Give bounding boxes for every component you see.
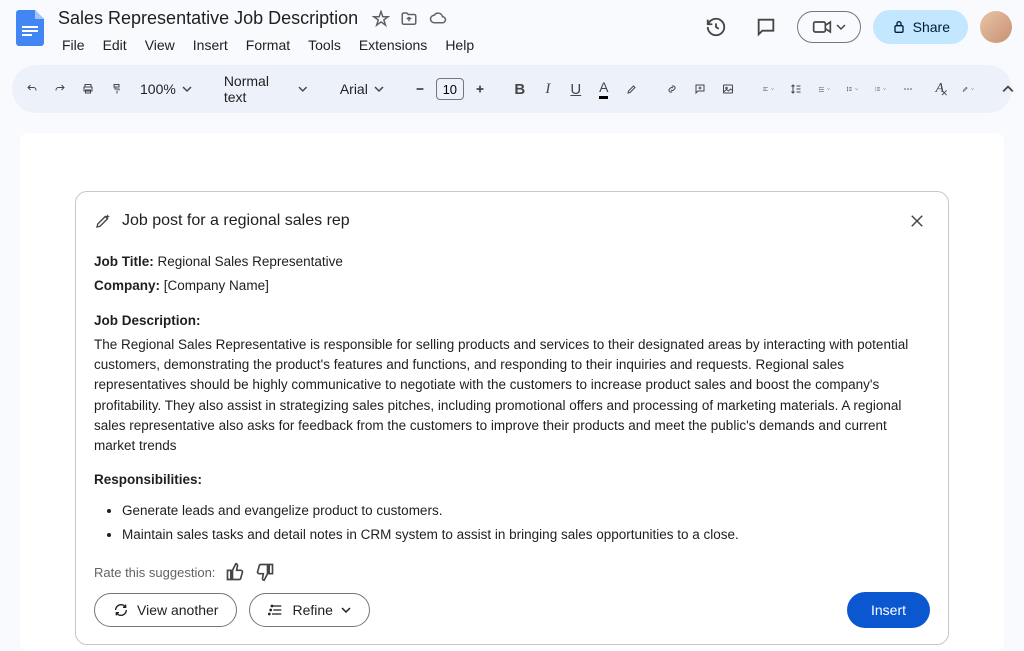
undo-button[interactable] <box>20 75 44 103</box>
page-container: Job post for a regional sales rep Job Ti… <box>0 121 1024 651</box>
list-item: Generate leads and evangelize product to… <box>122 501 924 521</box>
history-icon[interactable] <box>697 8 735 46</box>
thumbs-down-icon[interactable] <box>255 562 275 582</box>
menu-edit[interactable]: Edit <box>95 33 135 57</box>
menu-bar: File Edit View Insert Format Tools Exten… <box>54 33 697 57</box>
share-label: Share <box>913 19 950 35</box>
svg-text:3: 3 <box>875 90 876 92</box>
menu-file[interactable]: File <box>54 33 93 57</box>
font-size-increase[interactable] <box>468 75 492 103</box>
document-title[interactable]: Sales Representative Job Description <box>54 6 362 31</box>
star-icon[interactable] <box>372 10 390 28</box>
numbered-list-button[interactable]: 123 <box>868 75 892 103</box>
ai-footer: Rate this suggestion: View another Refin… <box>94 562 948 628</box>
menu-view[interactable]: View <box>137 33 183 57</box>
refine-label: Refine <box>292 602 332 618</box>
responsibilities-label: Responsibilities: <box>94 470 924 490</box>
title-area: Sales Representative Job Description Fil… <box>54 6 697 57</box>
highlight-button[interactable] <box>620 75 644 103</box>
close-icon[interactable] <box>904 208 930 234</box>
menu-format[interactable]: Format <box>238 33 298 57</box>
editing-mode-button[interactable] <box>956 75 980 103</box>
font-dropdown[interactable]: Arial <box>332 77 392 101</box>
more-button[interactable] <box>896 75 920 103</box>
italic-button[interactable]: I <box>536 75 560 103</box>
move-folder-icon[interactable] <box>400 10 418 28</box>
toolbar: 100% Normal text Arial B I U A 123 A✕ <box>12 65 1012 113</box>
font-size-decrease[interactable] <box>408 75 432 103</box>
text-color-button[interactable]: A <box>592 75 616 103</box>
style-value: Normal text <box>224 73 292 105</box>
underline-button[interactable]: U <box>564 75 588 103</box>
pencil-star-icon <box>94 212 112 230</box>
redo-button[interactable] <box>48 75 72 103</box>
refine-button[interactable]: Refine <box>249 593 369 627</box>
zoom-dropdown[interactable]: 100% <box>132 77 200 101</box>
bold-button[interactable]: B <box>508 75 532 103</box>
cloud-status-icon[interactable] <box>428 10 448 28</box>
list-item: Process all correspondence and paperwork… <box>122 549 924 552</box>
bullet-list-button[interactable] <box>840 75 864 103</box>
meet-button[interactable] <box>797 11 861 43</box>
company-value: [Company Name] <box>164 278 269 293</box>
style-dropdown[interactable]: Normal text <box>216 69 316 109</box>
font-size-input[interactable] <box>436 78 464 100</box>
header-actions: Share <box>697 8 1012 46</box>
add-comment-button[interactable] <box>688 75 712 103</box>
list-item: Maintain sales tasks and detail notes in… <box>122 525 924 545</box>
insert-label: Insert <box>871 602 906 618</box>
share-button[interactable]: Share <box>873 10 968 44</box>
insert-button[interactable]: Insert <box>847 592 930 628</box>
menu-extensions[interactable]: Extensions <box>351 33 435 57</box>
checklist-button[interactable] <box>812 75 836 103</box>
view-another-button[interactable]: View another <box>94 593 237 627</box>
docs-logo[interactable] <box>12 10 48 46</box>
paint-format-button[interactable] <box>104 75 128 103</box>
header: Sales Representative Job Description Fil… <box>0 0 1024 57</box>
print-button[interactable] <box>76 75 100 103</box>
clear-format-button[interactable]: A✕ <box>928 75 952 103</box>
font-value: Arial <box>340 81 368 97</box>
menu-help[interactable]: Help <box>437 33 482 57</box>
align-button[interactable] <box>756 75 780 103</box>
job-title-value: Regional Sales Representative <box>158 254 343 269</box>
job-description-text: The Regional Sales Representative is res… <box>94 335 924 457</box>
company-label: Company: <box>94 278 160 293</box>
zoom-value: 100% <box>140 81 176 97</box>
insert-image-button[interactable] <box>716 75 740 103</box>
user-avatar[interactable] <box>980 11 1012 43</box>
ai-prompt-title: Job post for a regional sales rep <box>122 212 894 230</box>
thumbs-up-icon[interactable] <box>225 562 245 582</box>
ai-suggestion-panel: Job post for a regional sales rep Job Ti… <box>75 191 949 645</box>
rate-label: Rate this suggestion: <box>94 565 215 580</box>
document-page: Job post for a regional sales rep Job Ti… <box>20 133 1004 651</box>
job-description-label: Job Description: <box>94 311 924 331</box>
view-another-label: View another <box>137 602 218 618</box>
menu-insert[interactable]: Insert <box>185 33 236 57</box>
comments-icon[interactable] <box>747 8 785 46</box>
link-button[interactable] <box>660 75 684 103</box>
ai-content: Job Title: Regional Sales Representative… <box>94 252 948 552</box>
line-spacing-button[interactable] <box>784 75 808 103</box>
menu-tools[interactable]: Tools <box>300 33 349 57</box>
collapse-toolbar-button[interactable] <box>996 75 1020 103</box>
job-title-label: Job Title: <box>94 254 154 269</box>
responsibilities-list: Generate leads and evangelize product to… <box>122 501 924 553</box>
